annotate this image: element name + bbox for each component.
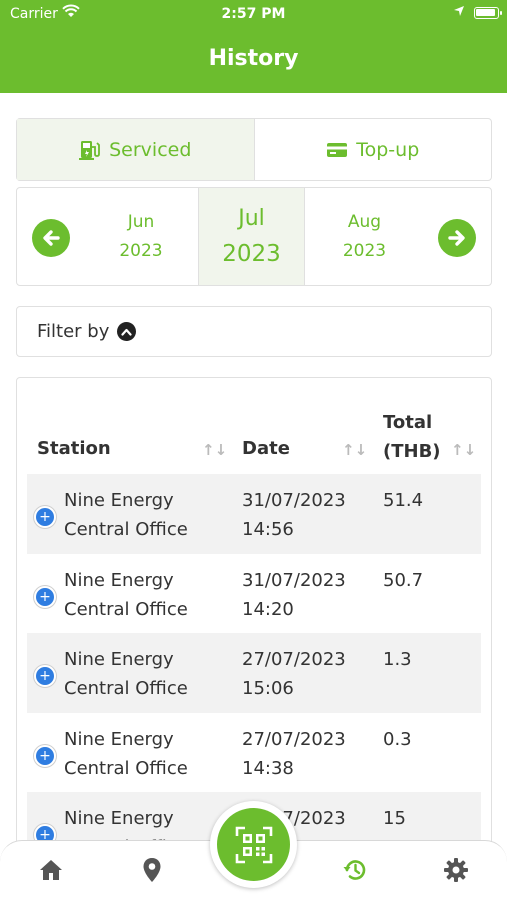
tab-history[interactable] bbox=[342, 857, 368, 883]
tab-top-up[interactable]: Top-up bbox=[255, 119, 492, 180]
scan-qr-button[interactable] bbox=[210, 801, 297, 888]
total-header-line2: (THB) bbox=[383, 441, 441, 462]
date-value: 27/07/2023 bbox=[242, 729, 346, 750]
station-name-line1: Nine Energy bbox=[64, 808, 174, 829]
home-icon bbox=[40, 860, 62, 880]
column-header-total[interactable]: Total (THB) bbox=[383, 408, 441, 466]
tab-settings[interactable] bbox=[443, 857, 469, 883]
date-cell: 31/07/2023 14:20 bbox=[242, 566, 382, 624]
table-header: Station ↑↓ Date ↑↓ Total (THB) ↑↓ bbox=[17, 378, 491, 473]
station-name-line1: Nine Energy bbox=[64, 490, 174, 511]
station-cell: Nine Energy Central Office bbox=[64, 725, 224, 783]
tab-serviced[interactable]: Serviced bbox=[17, 119, 255, 180]
station-cell: Nine Energy Central Office bbox=[64, 566, 224, 624]
total-value: 0.3 bbox=[383, 729, 412, 750]
tab-home[interactable] bbox=[38, 857, 64, 883]
date-value: 31/07/2023 bbox=[242, 490, 346, 511]
sort-icon[interactable]: ↑↓ bbox=[202, 441, 227, 459]
month-name: Jun bbox=[127, 211, 155, 232]
station-name-line2: Central Office bbox=[64, 678, 188, 699]
expand-row-icon[interactable]: + bbox=[34, 586, 56, 608]
month-year: 2023 bbox=[342, 240, 387, 261]
column-header-station[interactable]: Station bbox=[37, 438, 111, 459]
time-value: 14:38 bbox=[242, 758, 294, 779]
month-year: 2023 bbox=[222, 240, 281, 267]
station-name-line1: Nine Energy bbox=[64, 649, 174, 670]
station-name-line1: Nine Energy bbox=[64, 570, 174, 591]
station-cell: Nine Energy Central Office bbox=[64, 486, 224, 544]
clock: 2:57 PM bbox=[221, 6, 286, 22]
battery-icon bbox=[474, 7, 502, 19]
station-name-line1: Nine Energy bbox=[64, 729, 174, 750]
time-value: 15:06 bbox=[242, 678, 294, 699]
total-value: 15 bbox=[383, 808, 406, 829]
expand-row-icon[interactable]: + bbox=[34, 745, 56, 767]
tab-map[interactable] bbox=[139, 857, 165, 883]
charging-station-icon bbox=[79, 139, 101, 161]
total-value: 51.4 bbox=[383, 490, 424, 511]
chevron-up-icon bbox=[117, 322, 137, 341]
filter-toggle[interactable]: Filter by bbox=[16, 306, 492, 357]
date-value: 31/07/2023 bbox=[242, 570, 346, 591]
card-icon bbox=[326, 141, 348, 159]
month-option-current[interactable]: Jul 2023 bbox=[198, 188, 305, 285]
table-row[interactable]: + Nine Energy Central Office 27/07/2023 15… bbox=[27, 633, 481, 713]
station-name-line2: Central Office bbox=[64, 599, 188, 620]
table-row[interactable]: + Nine Energy Central Office 27/07/2023 14… bbox=[27, 713, 481, 793]
month-picker: Jun 2023 Jul 2023 Aug 2023 bbox=[16, 187, 492, 286]
total-header-line1: Total bbox=[383, 412, 433, 433]
station-name-line2: Central Office bbox=[64, 758, 188, 779]
history-icon bbox=[343, 860, 366, 880]
previous-month-button[interactable] bbox=[32, 219, 70, 257]
qr-button-face bbox=[217, 808, 290, 881]
month-option-next[interactable]: Aug 2023 bbox=[317, 188, 412, 285]
station-cell: Nine Energy Central Office bbox=[64, 645, 224, 703]
date-value: 27/07/2023 bbox=[242, 649, 346, 670]
next-month-button[interactable] bbox=[438, 219, 476, 257]
expand-row-icon[interactable]: + bbox=[34, 665, 56, 687]
nav-bar: History bbox=[0, 28, 507, 93]
sort-icon[interactable]: ↑↓ bbox=[451, 441, 476, 459]
table-row[interactable]: + Nine Energy Central Office 31/07/2023 14… bbox=[27, 554, 481, 634]
total-value: 50.7 bbox=[383, 570, 424, 591]
location-arrow-icon bbox=[453, 5, 465, 21]
map-pin-icon bbox=[143, 858, 161, 882]
station-name-line2: Central Office bbox=[64, 519, 188, 540]
month-name: Jul bbox=[238, 205, 265, 231]
tab-serviced-label: Serviced bbox=[109, 138, 192, 161]
month-name: Aug bbox=[347, 211, 382, 232]
time-value: 14:20 bbox=[242, 599, 294, 620]
expand-row-icon[interactable]: + bbox=[34, 506, 56, 528]
date-cell: 27/07/2023 14:38 bbox=[242, 725, 382, 783]
arrow-left-icon bbox=[43, 230, 60, 246]
month-year: 2023 bbox=[119, 240, 163, 261]
date-cell: 27/07/2023 15:06 bbox=[242, 645, 382, 703]
status-bar: Carrier 2:57 PM bbox=[0, 0, 507, 28]
date-cell: 31/07/2023 14:56 bbox=[242, 486, 382, 544]
month-option-previous[interactable]: Jun 2023 bbox=[95, 188, 187, 285]
table-row[interactable]: + Nine Energy Central Office 31/07/2023 14… bbox=[27, 474, 481, 554]
sort-icon[interactable]: ↑↓ bbox=[342, 441, 367, 459]
time-value: 14:56 bbox=[242, 519, 294, 540]
column-header-date[interactable]: Date bbox=[242, 438, 290, 459]
tab-top-up-label: Top-up bbox=[356, 138, 420, 161]
history-type-tabs: Serviced Top-up bbox=[16, 118, 492, 181]
filter-label: Filter by bbox=[37, 321, 110, 342]
arrow-right-icon bbox=[448, 230, 465, 246]
qr-scan-icon bbox=[235, 826, 272, 863]
page-title: History bbox=[208, 46, 299, 71]
gear-icon bbox=[444, 858, 468, 882]
total-value: 1.3 bbox=[383, 649, 412, 670]
